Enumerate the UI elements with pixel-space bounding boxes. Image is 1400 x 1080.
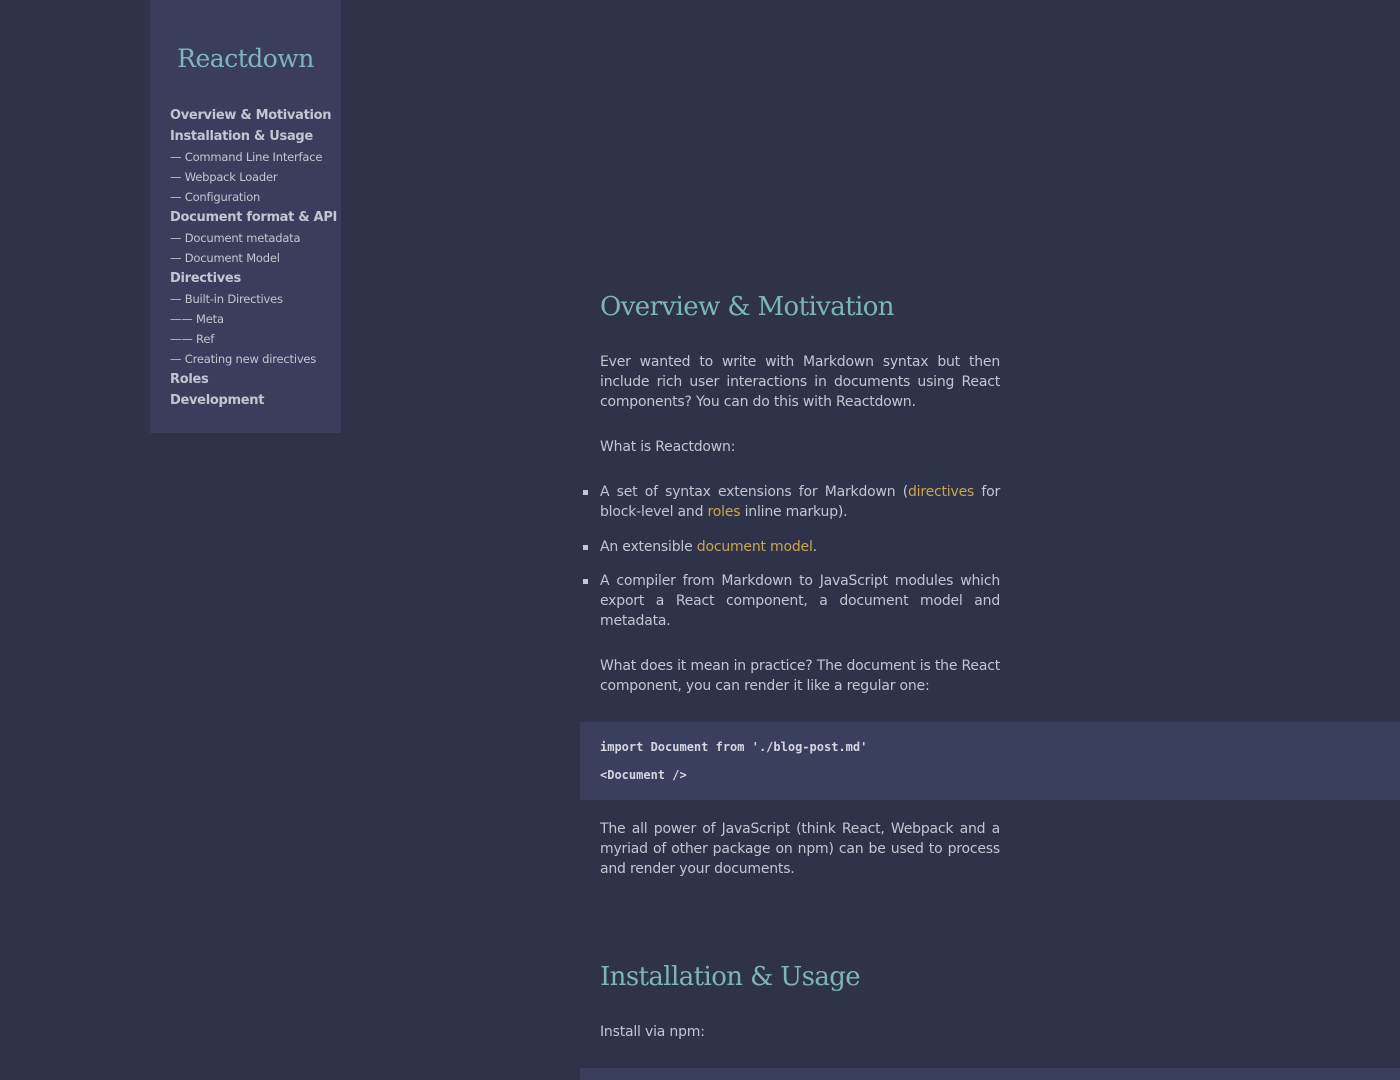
toc-item-meta[interactable]: —— Meta <box>170 309 337 329</box>
toc-item-configuration[interactable]: — Configuration <box>170 187 337 207</box>
brand-logo[interactable]: Reactdown <box>150 44 341 73</box>
list-item: A compiler from Markdown to JavaScript m… <box>583 571 1000 631</box>
directives-link[interactable]: directives <box>908 484 974 500</box>
installation-heading: Installation & Usage <box>600 962 861 992</box>
toc-item-ref[interactable]: —— Ref <box>170 329 337 349</box>
toc-item-roles[interactable]: Roles <box>170 369 337 390</box>
code-line: <Document /> <box>600 768 687 782</box>
sidebar: Reactdown Overview & Motivation Installa… <box>150 0 341 433</box>
toc-item-creating-directives[interactable]: — Creating new directives <box>170 349 337 369</box>
document-model-link[interactable]: document model <box>697 539 813 555</box>
code-block[interactable]: import Document from './blog-post.md' <D… <box>580 722 1400 800</box>
toc-item-installation[interactable]: Installation & Usage <box>170 126 337 147</box>
toc-item-overview[interactable]: Overview & Motivation <box>170 105 337 126</box>
bullet-marker <box>583 579 588 584</box>
table-of-contents: Overview & Motivation Installation & Usa… <box>170 105 337 411</box>
toc-item-cli[interactable]: — Command Line Interface <box>170 147 337 167</box>
overview-heading: Overview & Motivation <box>600 292 895 322</box>
roles-link[interactable]: roles <box>708 504 741 520</box>
what-is-label: What is Reactdown: <box>600 439 736 455</box>
toc-item-document-model[interactable]: — Document Model <box>170 248 337 268</box>
toc-item-document-metadata[interactable]: — Document metadata <box>170 228 337 248</box>
practice-paragraph: What does it mean in practice? The docum… <box>600 658 1000 694</box>
toc-item-directives[interactable]: Directives <box>170 268 337 289</box>
install-code-block[interactable] <box>580 1068 1400 1080</box>
toc-item-webpack-loader[interactable]: — Webpack Loader <box>170 167 337 187</box>
install-via-label: Install via npm: <box>600 1024 705 1040</box>
list-item: An extensible document model. <box>583 537 1000 557</box>
toc-item-builtin-directives[interactable]: — Built-in Directives <box>170 289 337 309</box>
bullet-marker <box>583 490 588 495</box>
power-paragraph: The all power of JavaScript (think React… <box>600 821 1000 877</box>
bullet-marker <box>583 545 588 550</box>
list-item: A set of syntax extensions for Markdown … <box>583 482 1000 522</box>
code-line: import Document from './blog-post.md' <box>600 740 868 754</box>
toc-item-document-format[interactable]: Document format & API <box>170 207 337 228</box>
feature-list: A set of syntax extensions for Markdown … <box>583 482 1000 631</box>
page: Reactdown Overview & Motivation Installa… <box>0 0 1400 1080</box>
toc-item-development[interactable]: Development <box>170 390 337 411</box>
overview-intro: Ever wanted to write with Markdown synta… <box>600 354 1000 410</box>
